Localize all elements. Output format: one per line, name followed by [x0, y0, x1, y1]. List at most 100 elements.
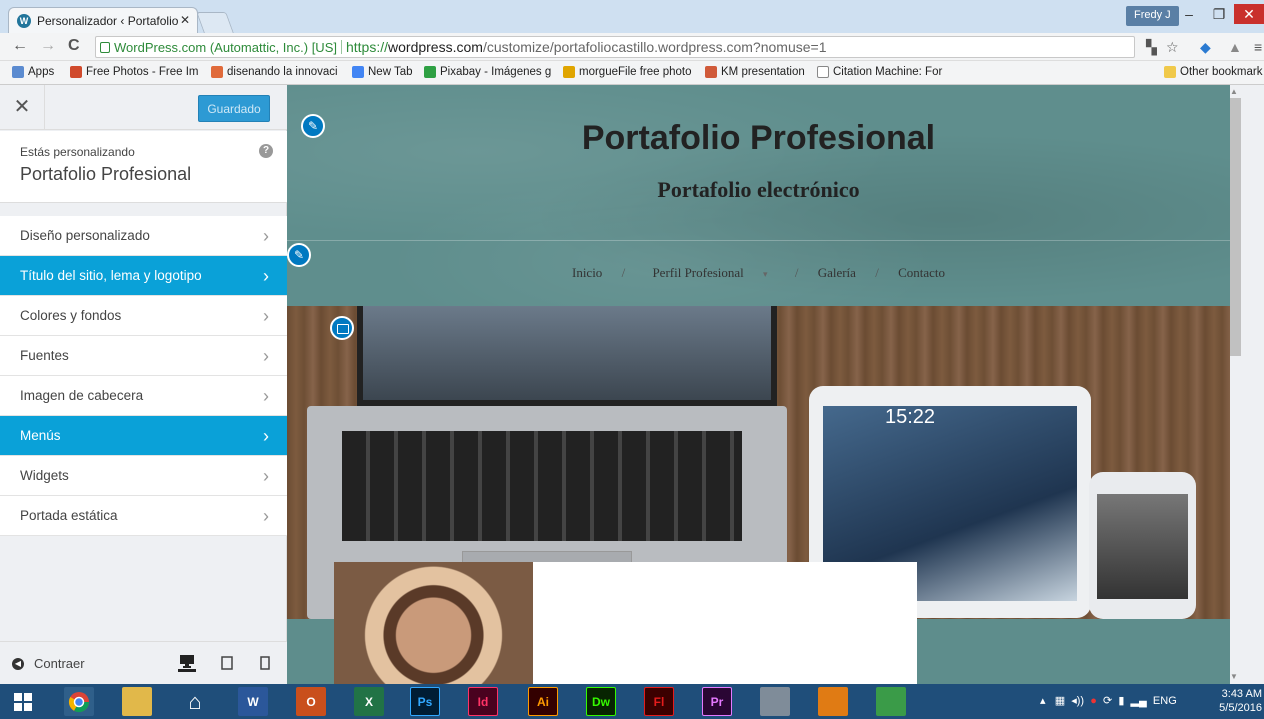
indesign-icon[interactable]: Id	[468, 687, 498, 716]
bookmark-star-icon[interactable]: ☆	[1166, 39, 1179, 56]
section-custom-design[interactable]: Diseño personalizado ›	[0, 216, 287, 256]
chevron-right-icon: ›	[263, 306, 269, 326]
tab-close-icon[interactable]: ✕	[180, 13, 190, 27]
close-customizer-icon[interactable]: ✕	[0, 85, 45, 130]
bookmark-apps[interactable]: Apps	[12, 66, 54, 78]
reload-icon[interactable]: C	[68, 37, 80, 55]
scrollbar-thumb[interactable]	[1230, 98, 1241, 356]
extension-icon[interactable]: ◆	[1200, 39, 1211, 56]
word-icon[interactable]: W	[238, 687, 268, 716]
bookmark-morguefile[interactable]: morgueFile free photo	[563, 66, 692, 78]
tray-chevron-icon[interactable]: ▴	[1040, 695, 1046, 707]
bookmark-free-photos[interactable]: Free Photos - Free Im	[70, 66, 198, 78]
edit-header-image-icon[interactable]	[330, 316, 354, 340]
nav-galeria[interactable]: Galería	[818, 265, 856, 280]
media-icon[interactable]	[818, 687, 848, 716]
preview-scrollbar[interactable]: ▲ ▼	[1230, 85, 1264, 684]
scroll-down-icon[interactable]: ▼	[1230, 672, 1238, 681]
collapse-button[interactable]: ◀ Contraer	[12, 656, 85, 671]
page-icon	[817, 66, 829, 78]
phone-image	[1089, 472, 1196, 619]
nav-perfil-profesional[interactable]: Perfil Profesional ▾	[644, 265, 775, 280]
signal-icon[interactable]: ▂▄	[1131, 695, 1147, 707]
section-list: Diseño personalizado › Título del sitio, …	[0, 216, 287, 536]
sync-icon[interactable]: ⟳	[1103, 695, 1112, 707]
dreamweaver-icon[interactable]: Dw	[586, 687, 616, 716]
start-icon[interactable]	[8, 687, 38, 716]
saved-button[interactable]: Guardado	[198, 95, 270, 122]
free-photos-icon	[70, 66, 82, 78]
section-fonts[interactable]: Fuentes ›	[0, 336, 287, 376]
help-icon[interactable]: ?	[259, 144, 273, 158]
excel-icon[interactable]: X	[354, 687, 384, 716]
chevron-right-icon: ›	[263, 266, 269, 286]
home-icon[interactable]: ⌂	[180, 687, 210, 716]
bookmark-new-tab[interactable]: New Tab	[352, 66, 413, 78]
section-header-image[interactable]: Imagen de cabecera ›	[0, 376, 287, 416]
disenando-icon	[211, 66, 223, 78]
user-profile-button[interactable]: Fredy J	[1126, 6, 1179, 26]
panel-footer: ◀ Contraer	[0, 641, 287, 684]
taskbar-clock[interactable]: 3:43 AM 5/5/2016	[1212, 687, 1262, 715]
language-indicator[interactable]: ENG	[1153, 695, 1177, 707]
laptop-screen	[357, 306, 777, 406]
morguefile-icon	[563, 66, 575, 78]
tablet-clock: 15:22	[885, 406, 936, 428]
nav-contacto[interactable]: Contacto	[898, 265, 945, 280]
back-icon[interactable]: ←	[12, 37, 28, 55]
antivirus-icon[interactable]: ●	[1090, 695, 1097, 707]
customizing-site-name: Portafolio Profesional	[20, 164, 192, 184]
dropdown-caret-icon: ▾	[763, 269, 768, 279]
bookmarks-bar: Apps Free Photos - Free Im disenando la …	[0, 61, 1264, 85]
scroll-up-icon[interactable]: ▲	[1230, 87, 1238, 96]
illustrator-icon[interactable]: Ai	[528, 687, 558, 716]
chevron-right-icon: ›	[263, 386, 269, 406]
nav-inicio[interactable]: Inicio	[572, 265, 602, 280]
outlook-icon[interactable]: O	[296, 687, 326, 716]
network-icon[interactable]: ▦	[1055, 695, 1065, 707]
flash-icon[interactable]: Fl	[644, 687, 674, 716]
screen: W Personalizador ‹ Portafolio ✕ Fredy J …	[0, 0, 1264, 719]
mobile-preview-icon[interactable]	[256, 654, 274, 672]
section-menus[interactable]: Menús ›	[0, 416, 287, 456]
edit-menu-pencil-icon[interactable]: ✎	[287, 243, 311, 267]
photoshop-icon[interactable]: Ps	[410, 687, 440, 716]
drive-icon[interactable]: ▲	[1228, 39, 1242, 55]
translate-icon[interactable]: ▚	[1146, 39, 1157, 56]
browser-tab[interactable]: W Personalizador ‹ Portafolio ✕	[8, 7, 198, 33]
desktop-preview-icon[interactable]	[178, 654, 196, 672]
volume-icon[interactable]: ◂))	[1071, 695, 1084, 707]
section-widgets[interactable]: Widgets ›	[0, 456, 287, 496]
other-bookmarks[interactable]: Other bookmark	[1164, 66, 1262, 78]
close-window-icon[interactable]: ✕	[1234, 4, 1264, 24]
address-bar[interactable]: WordPress.com (Automattic, Inc.) [US] ht…	[95, 36, 1135, 58]
new-tab-button[interactable]	[196, 12, 234, 33]
chrome-icon[interactable]	[64, 687, 94, 716]
section-static-front-page[interactable]: Portada estática ›	[0, 496, 287, 536]
bookmark-disenando[interactable]: disenando la innovaci	[211, 66, 338, 78]
header-divider	[287, 240, 1230, 241]
tablet-preview-icon[interactable]	[218, 654, 236, 672]
calculator-icon[interactable]	[760, 687, 790, 716]
file-explorer-icon[interactable]	[122, 687, 152, 716]
premiere-icon[interactable]: Pr	[702, 687, 732, 716]
photos-icon[interactable]	[876, 687, 906, 716]
browser-titlebar: W Personalizador ‹ Portafolio ✕ Fredy J …	[0, 0, 1264, 33]
edit-title-pencil-icon[interactable]: ✎	[301, 114, 325, 138]
profile-widget	[334, 562, 917, 684]
menu-icon[interactable]: ≡	[1254, 39, 1262, 55]
minimize-icon[interactable]: –	[1174, 4, 1204, 24]
battery-icon[interactable]: ▮	[1118, 695, 1124, 707]
section-colors[interactable]: Colores y fondos ›	[0, 296, 287, 336]
forward-icon[interactable]: →	[40, 37, 56, 55]
site-preview: Portafolio Profesional Portafolio electr…	[287, 85, 1264, 684]
wordpress-icon: W	[17, 13, 31, 28]
folder-icon	[1164, 66, 1176, 78]
bookmark-citation-machine[interactable]: Citation Machine: For	[817, 66, 942, 78]
site-title: Portafolio Profesional	[581, 119, 936, 157]
section-site-identity[interactable]: Título del sitio, lema y logotipo ›	[0, 256, 287, 296]
bookmark-km-presentation[interactable]: KM presentation	[705, 66, 805, 78]
bookmark-pixabay[interactable]: Pixabay - Imágenes g	[424, 66, 551, 78]
url-protocol: https://	[345, 39, 389, 55]
maximize-icon[interactable]: ❐	[1204, 4, 1234, 24]
